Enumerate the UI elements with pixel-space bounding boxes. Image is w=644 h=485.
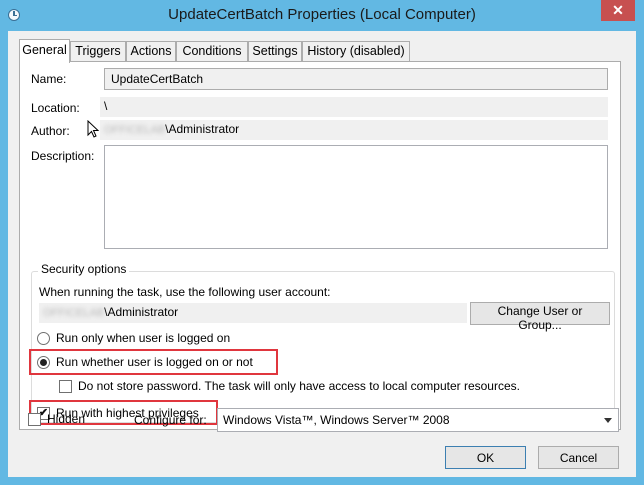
- author-value: OFFICELAB\Administrator: [100, 120, 608, 140]
- security-options-legend: Security options: [38, 262, 130, 276]
- tab-actions[interactable]: Actions: [126, 41, 176, 61]
- tab-settings[interactable]: Settings: [248, 41, 302, 61]
- tab-general[interactable]: General: [19, 39, 70, 63]
- no-store-password-checkbox[interactable]: [59, 380, 72, 393]
- author-account: \Administrator: [165, 122, 240, 136]
- user-account-name: \Administrator: [104, 305, 179, 319]
- configure-for-label: Configure for:: [134, 413, 207, 427]
- title-bar: UpdateCertBatch Properties (Local Comput…: [0, 0, 644, 31]
- configure-for-dropdown[interactable]: Windows Vista™, Windows Server™ 2008: [217, 408, 619, 432]
- close-button[interactable]: ✕: [601, 0, 635, 21]
- cancel-button[interactable]: Cancel: [538, 446, 619, 469]
- name-field[interactable]: UpdateCertBatch: [104, 68, 608, 90]
- redacted-domain: OFFICELAB: [104, 124, 166, 136]
- description-field[interactable]: [104, 145, 608, 249]
- description-label: Description:: [31, 149, 95, 163]
- hidden-label[interactable]: Hidden: [47, 412, 85, 426]
- author-label: Author:: [31, 124, 70, 138]
- highlight-box: [29, 349, 278, 375]
- tab-triggers[interactable]: Triggers: [70, 41, 126, 61]
- general-tab-panel: Name: UpdateCertBatch Location: \ Author…: [19, 61, 621, 430]
- radio-logged-on-label[interactable]: Run only when user is logged on: [56, 331, 230, 345]
- dialog-body: General Triggers Actions Conditions Sett…: [8, 31, 636, 477]
- change-user-button[interactable]: Change User or Group...: [470, 302, 610, 332]
- account-prompt: When running the task, use the following…: [39, 285, 331, 299]
- redacted-domain: OFFICELAB: [43, 307, 105, 319]
- radio-logged-on[interactable]: [37, 332, 50, 345]
- user-account-value: OFFICELAB\Administrator: [39, 303, 467, 323]
- configure-for-value: Windows Vista™, Windows Server™ 2008: [223, 413, 450, 427]
- ok-button[interactable]: OK: [445, 446, 526, 469]
- location-label: Location:: [31, 101, 80, 115]
- window-title: UpdateCertBatch Properties (Local Comput…: [168, 6, 476, 23]
- tab-conditions[interactable]: Conditions: [176, 41, 248, 61]
- name-label: Name:: [31, 72, 67, 86]
- chevron-down-icon: [604, 418, 612, 423]
- mouse-cursor-icon: [87, 120, 99, 138]
- hidden-checkbox[interactable]: [28, 413, 41, 426]
- no-store-password-label[interactable]: Do not store password. The task will onl…: [78, 379, 520, 393]
- tab-history[interactable]: History (disabled): [302, 41, 410, 61]
- location-value: \: [100, 97, 608, 117]
